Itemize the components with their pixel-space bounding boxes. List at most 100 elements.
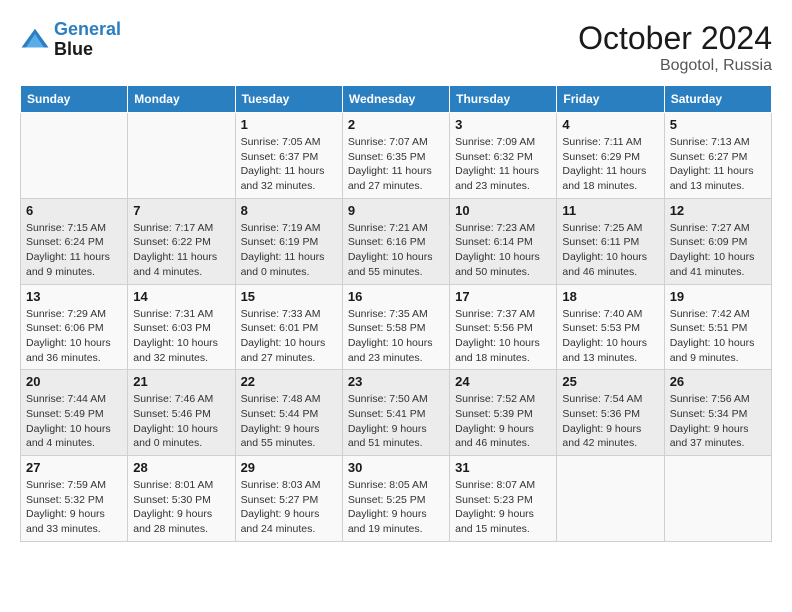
day-number: 26	[670, 374, 766, 389]
weekday-thursday: Thursday	[450, 86, 557, 113]
logo-text: General Blue	[54, 20, 121, 60]
calendar-cell: 24Sunrise: 7:52 AMSunset: 5:39 PMDayligh…	[450, 370, 557, 456]
calendar-cell: 16 Sunrise: 7:35 AMSunset: 5:58 PMDayligh…	[342, 284, 449, 370]
day-info: Sunrise: 7:15 AMSunset: 6:24 PMDaylight:…	[26, 221, 122, 280]
weekday-saturday: Saturday	[664, 86, 771, 113]
day-info: Sunrise: 7:42 AMSunset: 5:51 PMDaylight:…	[670, 307, 766, 366]
weekday-monday: Monday	[128, 86, 235, 113]
calendar-cell: 3Sunrise: 7:09 AMSunset: 6:32 PMDaylight…	[450, 113, 557, 199]
day-number: 8	[241, 203, 337, 218]
day-info: Sunrise: 7:40 AMSunset: 5:53 PMDaylight:…	[562, 307, 658, 366]
day-info: Sunrise: 7:07 AMSunset: 6:35 PMDaylight:…	[348, 135, 444, 194]
calendar-cell: 25Sunrise: 7:54 AMSunset: 5:36 PMDayligh…	[557, 370, 664, 456]
day-info: Sunrise: 7:37 AMSunset: 5:56 PMDaylight:…	[455, 307, 551, 366]
calendar-cell: 10 Sunrise: 7:23 AMSunset: 6:14 PMDayligh…	[450, 198, 557, 284]
calendar-cell: 17 Sunrise: 7:37 AMSunset: 5:56 PMDayligh…	[450, 284, 557, 370]
logo: General Blue	[20, 20, 121, 60]
day-number: 22	[241, 374, 337, 389]
day-info: Sunrise: 7:54 AMSunset: 5:36 PMDaylight:…	[562, 392, 658, 451]
day-info: Sunrise: 7:17 AMSunset: 6:22 PMDaylight:…	[133, 221, 229, 280]
day-number: 11	[562, 203, 658, 218]
calendar-cell	[557, 456, 664, 542]
calendar-cell: 12Sunrise: 7:27 AMSunset: 6:09 PMDayligh…	[664, 198, 771, 284]
week-row-3: 13 Sunrise: 7:29 AMSunset: 6:06 PMDayligh…	[21, 284, 772, 370]
calendar-cell: 8 Sunrise: 7:19 AMSunset: 6:19 PMDaylight…	[235, 198, 342, 284]
calendar-cell: 11 Sunrise: 7:25 AMSunset: 6:11 PMDayligh…	[557, 198, 664, 284]
day-number: 4	[562, 117, 658, 132]
calendar-cell: 18 Sunrise: 7:40 AMSunset: 5:53 PMDayligh…	[557, 284, 664, 370]
day-info: Sunrise: 7:11 AMSunset: 6:29 PMDaylight:…	[562, 135, 658, 194]
logo-icon	[20, 25, 50, 55]
weekday-tuesday: Tuesday	[235, 86, 342, 113]
logo-line2: Blue	[54, 40, 121, 60]
calendar-cell: 23 Sunrise: 7:50 AMSunset: 5:41 PMDayligh…	[342, 370, 449, 456]
day-info: Sunrise: 7:33 AMSunset: 6:01 PMDaylight:…	[241, 307, 337, 366]
day-info: Sunrise: 7:25 AMSunset: 6:11 PMDaylight:…	[562, 221, 658, 280]
title-block: October 2024 Bogotol, Russia	[578, 20, 772, 75]
calendar-cell: 26 Sunrise: 7:56 AMSunset: 5:34 PMDayligh…	[664, 370, 771, 456]
day-number: 15	[241, 289, 337, 304]
day-number: 6	[26, 203, 122, 218]
page-header: General Blue October 2024 Bogotol, Russi…	[20, 20, 772, 75]
calendar-cell: 22Sunrise: 7:48 AMSunset: 5:44 PMDayligh…	[235, 370, 342, 456]
calendar-cell: 4 Sunrise: 7:11 AMSunset: 6:29 PMDaylight…	[557, 113, 664, 199]
weekday-header-row: SundayMondayTuesdayWednesdayThursdayFrid…	[21, 86, 772, 113]
day-info: Sunrise: 7:35 AMSunset: 5:58 PMDaylight:…	[348, 307, 444, 366]
calendar-cell	[128, 113, 235, 199]
day-info: Sunrise: 7:21 AMSunset: 6:16 PMDaylight:…	[348, 221, 444, 280]
calendar-cell: 30Sunrise: 8:05 AMSunset: 5:25 PMDayligh…	[342, 456, 449, 542]
calendar-cell: 29 Sunrise: 8:03 AMSunset: 5:27 PMDayligh…	[235, 456, 342, 542]
week-row-5: 27 Sunrise: 7:59 AMSunset: 5:32 PMDayligh…	[21, 456, 772, 542]
calendar-cell: 6 Sunrise: 7:15 AMSunset: 6:24 PMDaylight…	[21, 198, 128, 284]
week-row-1: 1Sunrise: 7:05 AMSunset: 6:37 PMDaylight…	[21, 113, 772, 199]
weekday-sunday: Sunday	[21, 86, 128, 113]
calendar-cell: 1Sunrise: 7:05 AMSunset: 6:37 PMDaylight…	[235, 113, 342, 199]
day-number: 14	[133, 289, 229, 304]
day-number: 18	[562, 289, 658, 304]
logo-line1: General	[54, 19, 121, 39]
day-number: 28	[133, 460, 229, 475]
day-number: 13	[26, 289, 122, 304]
day-info: Sunrise: 7:31 AMSunset: 6:03 PMDaylight:…	[133, 307, 229, 366]
day-number: 23	[348, 374, 444, 389]
day-info: Sunrise: 7:23 AMSunset: 6:14 PMDaylight:…	[455, 221, 551, 280]
day-number: 30	[348, 460, 444, 475]
day-info: Sunrise: 7:19 AMSunset: 6:19 PMDaylight:…	[241, 221, 337, 280]
day-info: Sunrise: 7:56 AMSunset: 5:34 PMDaylight:…	[670, 392, 766, 451]
calendar-cell	[21, 113, 128, 199]
day-number: 3	[455, 117, 551, 132]
location: Bogotol, Russia	[578, 57, 772, 75]
calendar-cell: 19 Sunrise: 7:42 AMSunset: 5:51 PMDayligh…	[664, 284, 771, 370]
day-number: 19	[670, 289, 766, 304]
day-info: Sunrise: 8:03 AMSunset: 5:27 PMDaylight:…	[241, 478, 337, 537]
day-info: Sunrise: 7:46 AMSunset: 5:46 PMDaylight:…	[133, 392, 229, 451]
calendar-cell: 2 Sunrise: 7:07 AMSunset: 6:35 PMDaylight…	[342, 113, 449, 199]
calendar-cell: 7 Sunrise: 7:17 AMSunset: 6:22 PMDaylight…	[128, 198, 235, 284]
day-number: 31	[455, 460, 551, 475]
day-number: 5	[670, 117, 766, 132]
calendar-cell: 21 Sunrise: 7:46 AMSunset: 5:46 PMDayligh…	[128, 370, 235, 456]
day-number: 21	[133, 374, 229, 389]
day-number: 27	[26, 460, 122, 475]
day-number: 12	[670, 203, 766, 218]
day-info: Sunrise: 7:13 AMSunset: 6:27 PMDaylight:…	[670, 135, 766, 194]
day-number: 9	[348, 203, 444, 218]
day-info: Sunrise: 7:50 AMSunset: 5:41 PMDaylight:…	[348, 392, 444, 451]
weekday-friday: Friday	[557, 86, 664, 113]
calendar-cell: 14 Sunrise: 7:31 AMSunset: 6:03 PMDayligh…	[128, 284, 235, 370]
day-info: Sunrise: 8:07 AMSunset: 5:23 PMDaylight:…	[455, 478, 551, 537]
calendar-cell: 27 Sunrise: 7:59 AMSunset: 5:32 PMDayligh…	[21, 456, 128, 542]
calendar-body: 1Sunrise: 7:05 AMSunset: 6:37 PMDaylight…	[21, 113, 772, 542]
day-number: 29	[241, 460, 337, 475]
day-number: 2	[348, 117, 444, 132]
weekday-wednesday: Wednesday	[342, 86, 449, 113]
day-number: 1	[241, 117, 337, 132]
day-info: Sunrise: 7:59 AMSunset: 5:32 PMDaylight:…	[26, 478, 122, 537]
day-number: 10	[455, 203, 551, 218]
calendar-cell: 20Sunrise: 7:44 AMSunset: 5:49 PMDayligh…	[21, 370, 128, 456]
calendar-cell: 15 Sunrise: 7:33 AMSunset: 6:01 PMDayligh…	[235, 284, 342, 370]
day-number: 7	[133, 203, 229, 218]
day-info: Sunrise: 7:29 AMSunset: 6:06 PMDaylight:…	[26, 307, 122, 366]
day-number: 16	[348, 289, 444, 304]
day-number: 17	[455, 289, 551, 304]
